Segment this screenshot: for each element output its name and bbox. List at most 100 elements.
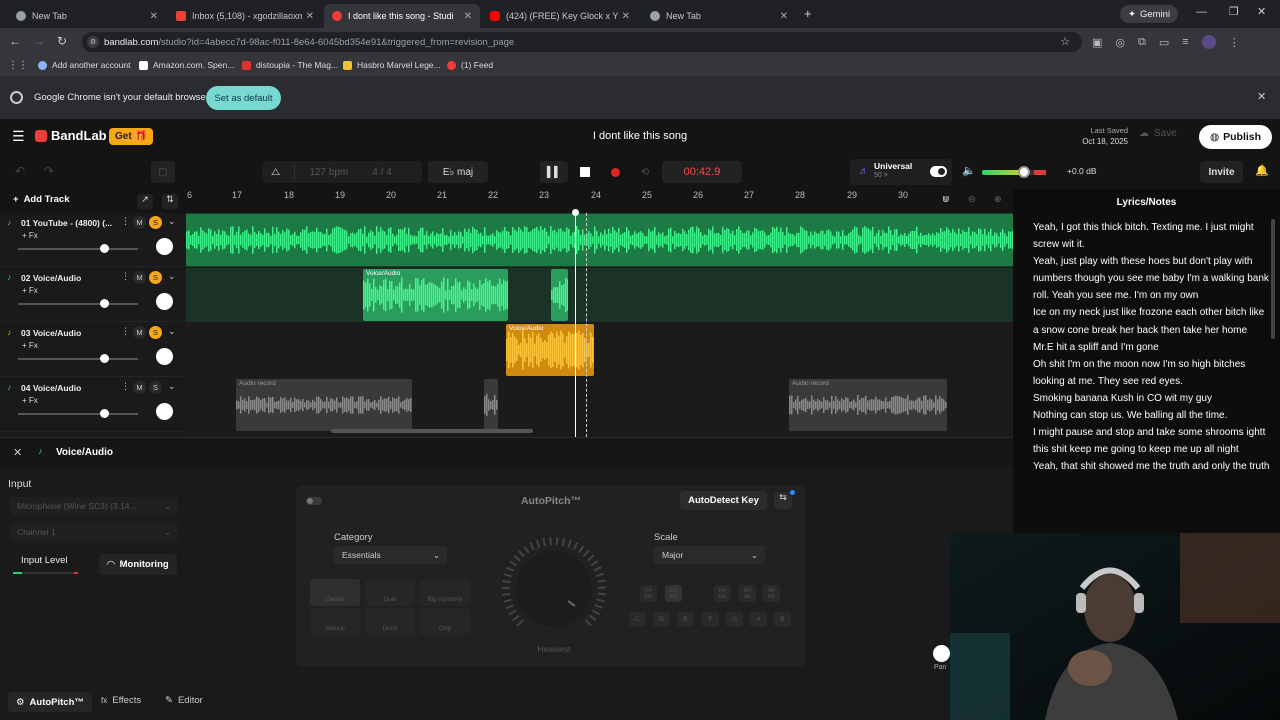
track-volume-slider[interactable] (18, 248, 138, 250)
magnet-icon[interactable]: ⋓ (942, 194, 950, 205)
settings-sliders-icon[interactable]: ⇆ (774, 492, 792, 509)
window-close-icon[interactable]: ✕ (1257, 5, 1266, 18)
add-fx-button[interactable]: + Fx (22, 396, 38, 405)
scale-select[interactable]: Major ⌄ (654, 546, 765, 564)
track-name[interactable]: 04 Voice/Audio (21, 383, 81, 393)
chevron-down-icon[interactable]: ⌄ (168, 216, 176, 227)
track-name[interactable]: 03 Voice/Audio (21, 328, 81, 338)
mute-button[interactable]: M (133, 326, 146, 339)
invite-button[interactable]: Invite (1200, 161, 1243, 183)
pan-knob[interactable] (156, 403, 173, 420)
channel-select[interactable]: Channel 1 ⌄ (10, 523, 178, 541)
close-icon[interactable]: ✕ (780, 11, 788, 22)
tab-autopitch[interactable]: ⚙ AutoPitch™ (8, 692, 92, 712)
forward-icon[interactable]: → (33, 34, 45, 48)
chevron-down-icon[interactable]: ⌄ (168, 271, 176, 282)
add-track-button[interactable]: + Add Track (13, 194, 70, 205)
audio-clip[interactable] (186, 214, 1013, 266)
downloads-icon[interactable]: ≡ (1182, 36, 1188, 48)
pan-knob[interactable] (933, 645, 950, 662)
tool-icon[interactable]: ▢ (151, 161, 175, 183)
preset-classic[interactable]: Classic (310, 579, 360, 606)
monitoring-button[interactable]: ◠ Monitoring (99, 554, 177, 575)
close-icon[interactable]: ✕ (1257, 90, 1266, 103)
tab-gmail[interactable]: Inbox (5,108) - xgodzillaoxmen ✕ (168, 4, 322, 28)
tab-bandlab[interactable]: I dont like this song - Studi ✕ (324, 4, 480, 28)
bookmark-hasbro[interactable]: Hasbro Marvel Lege... (343, 60, 441, 70)
key-g-sharp[interactable]: G# Ab (739, 585, 756, 602)
volume-knob[interactable] (100, 354, 109, 363)
strength-knob[interactable] (500, 535, 608, 643)
autopitch-power-toggle[interactable] (306, 497, 322, 505)
chevron-down-icon[interactable]: ⌄ (168, 326, 176, 337)
track-name[interactable]: 02 Voice/Audio (21, 273, 81, 283)
tab-new-tab-1[interactable]: New Tab ✕ (8, 4, 166, 28)
hamburger-menu-icon[interactable]: ☰ (12, 128, 25, 145)
close-icon[interactable]: ✕ (306, 11, 314, 22)
playhead-handle[interactable] (572, 209, 579, 216)
key-f[interactable]: F (702, 612, 719, 627)
project-title[interactable]: I dont like this song (540, 130, 740, 142)
pan-knob[interactable] (156, 238, 173, 255)
audio-clip[interactable]: Voice/Audio (363, 269, 508, 321)
track-volume-slider[interactable] (18, 413, 138, 415)
save-button[interactable]: ☁ Save (1139, 128, 1177, 139)
track-header-2[interactable]: ♪ 02 Voice/Audio ⋮ M S ⌄ + Fx (0, 268, 186, 322)
arrangement-timeline[interactable]: 6 17 18 19 20 21 22 23 24 25 26 27 28 29… (186, 189, 1013, 437)
close-icon[interactable]: ✕ (464, 11, 472, 22)
tab-new-tab-2[interactable]: New Tab ✕ (642, 4, 796, 28)
track-header-3[interactable]: ♪ 03 Voice/Audio ⋮ M S ⌄ + Fx (0, 323, 186, 377)
preset-big-harmony[interactable]: Big Harmony (420, 579, 470, 606)
key-d-sharp[interactable]: D# Eb (665, 585, 682, 602)
timeline-ruler[interactable]: 6 17 18 19 20 21 22 23 24 25 26 27 28 29… (186, 189, 1013, 213)
more-icon[interactable]: ⋮ (121, 216, 130, 227)
tempo-panel[interactable]: ⧍ 127 bpm 4 / 4 (262, 161, 422, 183)
sidepanel-icon[interactable]: ▭ (1159, 36, 1169, 49)
get-membership-button[interactable]: Get 🎁 (109, 128, 154, 145)
bookmark-feed[interactable]: (1) Feed (447, 60, 493, 70)
set-default-button[interactable]: Set as default (206, 86, 281, 110)
publish-button[interactable]: ◍ Publish (1199, 125, 1272, 149)
tab-effects[interactable]: fx Effects (101, 695, 141, 706)
back-icon[interactable]: ← (9, 34, 21, 48)
add-fx-button[interactable]: + Fx (22, 341, 38, 350)
volume-knob[interactable] (100, 299, 109, 308)
audio-clip[interactable]: Audio record (789, 379, 947, 431)
bookmark-distoupia[interactable]: distoupia - The Mag... (242, 60, 338, 70)
close-panel-icon[interactable]: ✕ (13, 446, 22, 459)
avatar[interactable] (1201, 35, 1216, 49)
preset-chip[interactable]: Chip (420, 608, 470, 635)
extension-icon[interactable]: ◎ (1115, 36, 1125, 49)
redo-icon[interactable]: ↷ (44, 164, 54, 178)
playhead[interactable] (575, 211, 576, 437)
pause-button[interactable]: ▌▌ (540, 161, 568, 183)
track-volume-slider[interactable] (18, 358, 138, 360)
pan-knob[interactable] (156, 348, 173, 365)
volume-knob[interactable] (100, 244, 109, 253)
pan-knob[interactable] (156, 293, 173, 310)
more-icon[interactable]: ⋮ (121, 381, 130, 392)
bookmark-add-account[interactable]: Add another account (38, 60, 130, 70)
solo-button[interactable]: S (149, 271, 162, 284)
close-icon[interactable]: ✕ (150, 11, 158, 22)
audio-clip[interactable] (484, 379, 498, 431)
master-volume-slider[interactable] (982, 166, 1046, 178)
key-d[interactable]: D (653, 612, 670, 627)
key-selector[interactable]: E♭ maj (428, 161, 488, 183)
audio-clip[interactable]: Voice/Audio (506, 324, 594, 376)
key-c-sharp[interactable]: C# Db (640, 585, 657, 602)
mute-button[interactable]: M (133, 216, 146, 229)
bookmark-star-icon[interactable]: ☆ (1060, 35, 1070, 48)
loop-icon[interactable]: ⟲ (632, 161, 658, 183)
maximize-icon[interactable]: ❐ (1229, 5, 1239, 18)
key-c[interactable]: C (629, 612, 646, 627)
key-e[interactable]: E (677, 612, 694, 627)
url-field[interactable]: ⚙ bandlab.com/studio?id=4abecc7d-98ac-f0… (82, 32, 1082, 52)
mute-button[interactable]: M (133, 271, 146, 284)
volume-knob[interactable] (1018, 166, 1030, 178)
tab-youtube[interactable]: (424) (FREE) Key Glock x Young ✕ (482, 4, 638, 28)
category-select[interactable]: Essentials ⌄ (334, 546, 447, 564)
track-lane-1[interactable] (186, 213, 1013, 267)
zoom-in-icon[interactable]: ⊕ (994, 194, 1002, 205)
reload-icon[interactable]: ↻ (57, 34, 67, 48)
